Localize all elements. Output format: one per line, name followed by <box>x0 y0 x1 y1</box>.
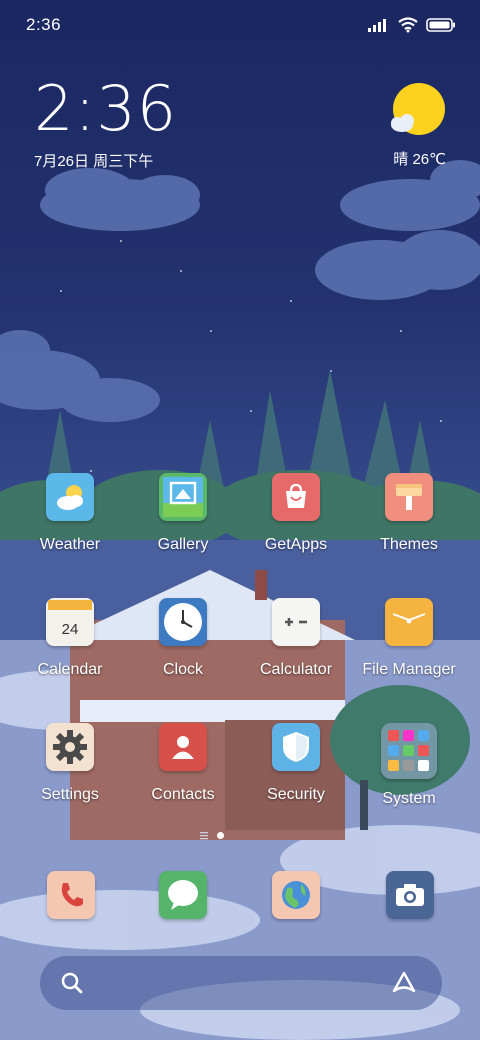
status-bar: 2:36 <box>0 0 480 50</box>
status-icons <box>368 17 456 33</box>
app-calendar[interactable]: 24 Calendar <box>15 598 125 679</box>
gallery-icon <box>159 473 207 521</box>
calendar-day: 24 <box>62 621 79 638</box>
app-contacts[interactable]: Contacts <box>128 723 238 804</box>
widget-time: 2:36 <box>34 72 178 145</box>
themes-icon <box>385 473 433 521</box>
calculator-icon <box>272 598 320 646</box>
app-settings[interactable]: Settings <box>15 723 125 804</box>
app-themes[interactable]: Themes <box>354 473 464 554</box>
app-label: Gallery <box>157 536 209 553</box>
app-file-manager[interactable]: File Manager <box>354 598 464 679</box>
sun-cloud-icon <box>388 82 446 140</box>
app-system-folder[interactable]: System <box>354 723 464 808</box>
app-clock[interactable]: Clock <box>128 598 238 679</box>
app-label: File Manager <box>362 661 456 678</box>
weather-widget[interactable]: 晴 26℃ <box>388 82 446 169</box>
clock-widget[interactable]: 2:36 7月26日 周三下午 <box>34 78 177 171</box>
app-label: Clock <box>162 661 203 678</box>
app-calculator[interactable]: Calculator <box>241 598 351 679</box>
menu-lines-icon <box>200 832 208 840</box>
system-folder-icon <box>381 723 437 779</box>
app-label: Weather <box>39 536 101 553</box>
messages-icon[interactable] <box>159 871 207 919</box>
weather-icon <box>46 473 94 521</box>
search-icon[interactable] <box>60 971 84 995</box>
app-label: Calculator <box>259 661 333 678</box>
app-label: Themes <box>380 536 438 553</box>
app-label: Security <box>267 786 325 803</box>
app-label: GetApps <box>264 536 328 553</box>
camera-icon[interactable] <box>386 871 434 919</box>
contacts-icon <box>159 723 207 771</box>
browser-icon[interactable] <box>272 871 320 919</box>
app-weather[interactable]: Weather <box>15 473 125 554</box>
calendar-icon: 24 <box>46 598 94 646</box>
battery-icon <box>426 18 455 32</box>
settings-icon <box>46 723 94 771</box>
security-icon <box>272 723 320 771</box>
app-getapps[interactable]: GetApps <box>241 473 351 554</box>
app-gallery[interactable]: Gallery <box>128 473 238 554</box>
page-dot-active <box>217 832 224 839</box>
assistant-icon[interactable] <box>390 970 418 996</box>
page-indicator[interactable] <box>200 831 224 840</box>
cloud <box>40 168 200 231</box>
app-label: Calendar <box>37 661 103 678</box>
clock-icon <box>159 598 207 646</box>
folder-icon <box>385 598 433 646</box>
app-label: Contacts <box>151 786 215 803</box>
widget-date: 7月26日 周三下午 <box>34 153 154 170</box>
status-time: 2:36 <box>26 15 62 34</box>
signal-icon <box>368 19 386 32</box>
app-security[interactable]: Security <box>241 723 351 804</box>
app-label: System <box>382 790 436 807</box>
wifi-icon <box>398 17 418 33</box>
weather-text: 晴 26℃ <box>393 151 446 168</box>
search-bar[interactable] <box>40 956 442 1010</box>
getapps-icon <box>272 473 320 521</box>
phone-icon[interactable] <box>47 871 95 919</box>
app-label: Settings <box>41 786 99 803</box>
